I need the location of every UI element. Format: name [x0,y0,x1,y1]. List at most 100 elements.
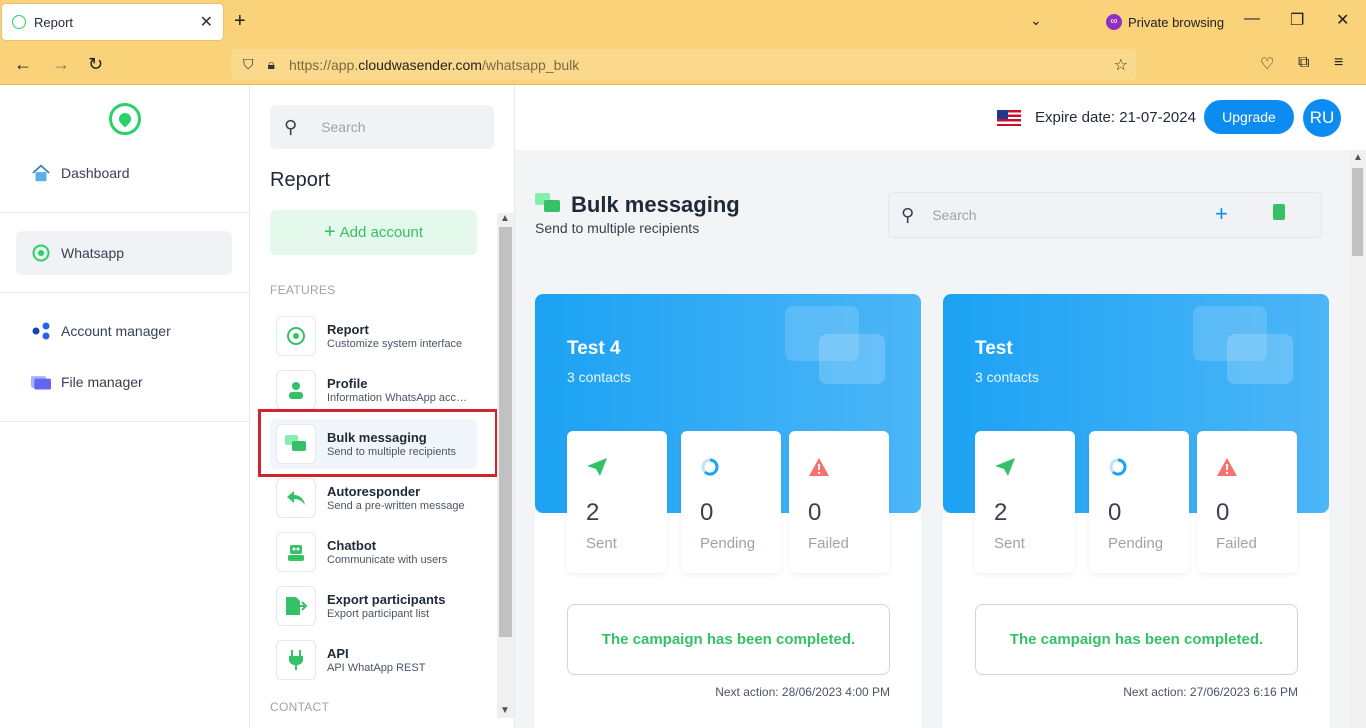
campaign-contacts: 3 contacts [567,369,631,385]
new-tab-icon[interactable]: + [234,10,246,33]
stat-label: Sent [994,535,1025,552]
search-icon: ⚲ [901,204,915,225]
spinner-icon [701,458,719,476]
campaign-status: The campaign has been completed. [975,604,1298,675]
chat-bubbles-icon [535,193,560,212]
campaign-contacts: 3 contacts [975,369,1039,385]
browser-tabbar: Report ✕ + ⌄ ∞ Private browsing — ❐ ✕ [0,0,1366,44]
scroll-up-icon[interactable]: ▲ [500,213,510,224]
feature-title: Profile [327,375,368,391]
reload-icon[interactable]: ↻ [88,54,103,75]
warning-icon [809,458,829,476]
plug-icon [276,640,316,680]
next-action: Next action: 28/06/2023 4:00 PM [715,685,890,699]
page-subtitle: Send to multiple recipients [535,220,700,236]
stat-label: Pending [1108,535,1164,552]
page-title: Bulk messaging [571,192,740,217]
restore-icon[interactable]: ❐ [1290,10,1304,30]
stat-value: 0 [1216,499,1230,526]
feature-desc: Information WhatsApp account [327,391,472,404]
feature-item-api[interactable]: API API WhatApp REST [270,635,477,685]
features-search-input[interactable]: ⚲ Search [270,105,494,149]
sidebar-item-dashboard[interactable]: Dashboard [16,151,232,195]
us-flag-icon[interactable] [997,110,1021,126]
scroll-up-icon[interactable]: ▲ [1353,152,1363,163]
add-account-button[interactable]: + Add account [270,210,477,255]
feature-item-autoresponder[interactable]: Autoresponder Send a pre-written message [270,473,477,523]
feature-desc: Send a pre-written message [327,499,465,512]
main-scrollbar[interactable]: ▲ [1349,150,1366,728]
minimize-icon[interactable]: — [1244,10,1260,28]
feature-title: Export participants [327,591,446,607]
search-placeholder: Search [932,207,977,223]
stat-sent: 2 Sent [975,431,1075,573]
scroll-down-icon[interactable]: ▼ [500,705,510,716]
upgrade-button[interactable]: Upgrade [1204,100,1294,134]
url-path: /whatsapp_bulk [481,56,580,73]
stat-label: Failed [1216,535,1257,552]
address-bar[interactable]: ⛉ 🔒︎ https://app. cloudwasender.com/whats… [231,49,1136,80]
export-excel-icon[interactable] [1273,204,1285,220]
private-label: Private browsing [1128,14,1225,30]
lock-icon[interactable]: 🔒︎ [268,56,275,73]
paper-plane-icon [995,458,1015,476]
url-prefix: https://app. [288,56,359,73]
search-placeholder: Search [321,119,366,135]
stat-sent: 2 Sent [567,431,667,573]
left-sidebar: Dashboard Whatsapp Account manager File … [0,85,250,728]
close-tab-icon[interactable]: ✕ [200,12,213,32]
close-window-icon[interactable]: ✕ [1336,10,1349,30]
sidebar-item-label: Dashboard [61,165,130,181]
menu-icon[interactable]: ≡ [1334,54,1343,72]
feature-item-chatbot[interactable]: Chatbot Communicate with users [270,527,477,577]
pocket-icon[interactable]: ♡ [1260,54,1274,74]
add-campaign-icon[interactable]: + [1215,201,1228,227]
panel-title: Report [270,169,331,191]
feature-title: Report [327,321,369,337]
sidebar-item-account-manager[interactable]: Account manager [16,309,232,353]
folder-icon [31,372,51,392]
robot-icon [276,532,316,572]
feature-title: Chatbot [327,537,377,553]
campaign-search-input[interactable]: ⚲ Search + [888,192,1322,238]
sidebar-item-file-manager[interactable]: File manager [16,360,232,404]
home-icon [31,163,51,183]
feature-item-report[interactable]: Report Customize system interface [270,311,477,361]
features-scrollbar[interactable]: ▲ ▼ [497,213,514,718]
list-tabs-chevron-icon[interactable]: ⌄ [1030,12,1042,29]
feature-item-profile[interactable]: Profile Information WhatsApp account [270,365,477,415]
shield-icon[interactable]: ⛉ [243,56,254,73]
warning-icon [1217,458,1237,476]
feature-desc: Export participant list [327,607,430,620]
scrollbar-thumb[interactable] [1352,168,1363,256]
app-logo-icon[interactable] [109,103,141,135]
scrollbar-thumb[interactable] [499,227,512,637]
file-export-icon [276,586,316,626]
share-nodes-icon [31,321,51,341]
feature-item-export-participants[interactable]: Export participants Export participant li… [270,581,477,631]
back-icon[interactable]: ← [14,54,32,75]
campaign-name[interactable]: Test [975,338,1013,360]
next-action: Next action: 27/06/2023 6:16 PM [1123,685,1298,699]
plus-icon: + [323,221,336,243]
extensions-icon[interactable]: ⧉ [1298,54,1309,72]
feature-desc: Customize system interface [327,337,463,350]
add-account-label: Add account [339,224,424,241]
forward-icon[interactable]: → [52,54,70,75]
expire-date: Expire date: 21-07-2024 [1035,109,1196,126]
highlight-box [258,409,498,477]
stat-failed: 0 Failed [1197,431,1297,573]
stat-label: Failed [808,535,849,552]
sidebar-item-label: Account manager [61,323,171,339]
section-features-label: FEATURES [270,283,336,297]
campaign-card: Test 3 contacts 2 Sent 0 Pending 0 Faile… [943,294,1329,728]
bookmark-star-icon[interactable]: ☆ [1114,55,1128,75]
private-mask-icon: ∞ [1106,14,1122,30]
sidebar-item-whatsapp[interactable]: Whatsapp [16,231,232,275]
stat-value: 0 [1108,499,1122,526]
campaign-name[interactable]: Test 4 [567,338,621,360]
browser-tab[interactable]: Report ✕ [2,4,223,40]
avatar[interactable]: RU [1303,99,1341,137]
feature-desc: Communicate with users [327,553,448,566]
stat-value: 0 [700,499,714,526]
